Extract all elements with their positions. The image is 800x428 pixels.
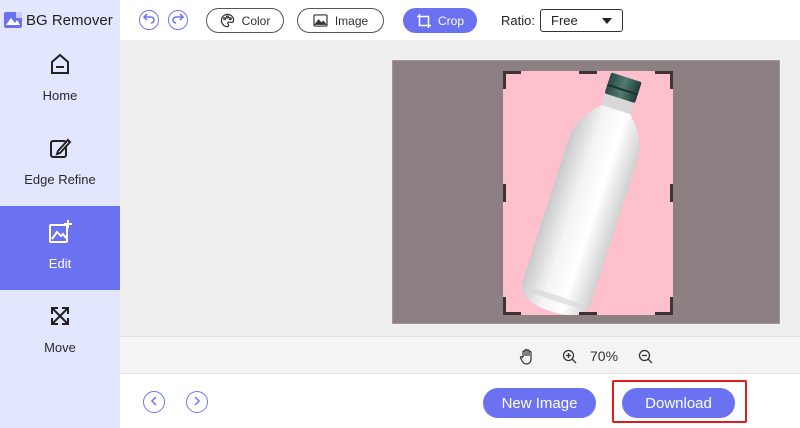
crop-handle-top[interactable] bbox=[579, 71, 597, 74]
image-frame bbox=[392, 60, 780, 324]
download-highlight-box bbox=[612, 380, 747, 423]
crop-handle-top-right[interactable] bbox=[655, 71, 673, 89]
sidebar-item-move[interactable]: Move bbox=[0, 290, 120, 374]
image-button[interactable]: Image bbox=[297, 8, 384, 33]
edge-refine-icon bbox=[46, 134, 74, 162]
new-image-button-label: New Image bbox=[501, 394, 578, 412]
crop-handle-bottom-right[interactable] bbox=[655, 297, 673, 315]
app-brand: BG Remover bbox=[0, 0, 120, 40]
crop-handle-top-left[interactable] bbox=[503, 71, 521, 89]
color-button[interactable]: Color bbox=[206, 8, 284, 33]
ratio-select-value: Free bbox=[551, 13, 578, 28]
sidebar-item-label: Move bbox=[44, 340, 76, 355]
hand-pan-icon[interactable] bbox=[518, 347, 536, 365]
canvas-area bbox=[120, 40, 800, 336]
next-button[interactable] bbox=[186, 391, 208, 413]
sidebar-item-label: Edge Refine bbox=[24, 172, 96, 187]
crop-button[interactable]: Crop bbox=[403, 8, 477, 33]
app-title: BG Remover bbox=[26, 11, 113, 29]
zoom-bar: 70% bbox=[120, 336, 800, 374]
ratio-select[interactable]: Free bbox=[540, 9, 623, 32]
sidebar-item-edge-refine[interactable]: Edge Refine bbox=[0, 122, 120, 206]
sidebar-item-label: Edit bbox=[48, 256, 72, 271]
chevron-left-icon bbox=[150, 393, 158, 411]
toolbar: Color Image Crop Ratio: Free bbox=[120, 0, 800, 40]
app-logo-icon bbox=[2, 9, 24, 31]
undo-button[interactable] bbox=[139, 10, 159, 30]
color-button-label: Color bbox=[241, 13, 271, 28]
sidebar-item-label: Home bbox=[42, 88, 78, 103]
previous-button[interactable] bbox=[143, 391, 165, 413]
home-icon bbox=[46, 50, 74, 78]
zoom-in-icon[interactable] bbox=[560, 347, 578, 365]
image-button-label: Image bbox=[334, 13, 369, 28]
sidebar: BG Remover Home Edge Refine Edit Move bbox=[0, 0, 120, 428]
crop-icon bbox=[416, 13, 432, 29]
undo-icon bbox=[142, 11, 155, 29]
chevron-down-icon bbox=[602, 18, 612, 24]
move-icon bbox=[46, 302, 74, 330]
image-icon bbox=[313, 13, 329, 29]
new-image-button[interactable]: New Image bbox=[483, 388, 596, 418]
crop-handle-right[interactable] bbox=[670, 184, 673, 202]
crop-button-label: Crop bbox=[437, 13, 464, 28]
chevron-right-icon bbox=[193, 393, 201, 411]
ratio-label: Ratio: bbox=[501, 13, 535, 28]
redo-button[interactable] bbox=[168, 10, 188, 30]
crop-handle-bottom-left[interactable] bbox=[503, 297, 521, 315]
redo-icon bbox=[172, 11, 185, 29]
palette-icon bbox=[220, 13, 236, 29]
sidebar-item-edit[interactable]: Edit bbox=[0, 206, 120, 290]
zoom-out-icon[interactable] bbox=[636, 347, 654, 365]
zoom-level: 70% bbox=[590, 348, 619, 364]
edit-image-icon bbox=[46, 218, 74, 246]
sidebar-item-home[interactable]: Home bbox=[0, 38, 120, 122]
crop-handle-bottom[interactable] bbox=[579, 312, 597, 315]
crop-handle-left[interactable] bbox=[503, 184, 506, 202]
bottle-image bbox=[521, 72, 642, 315]
crop-box[interactable] bbox=[503, 71, 673, 315]
